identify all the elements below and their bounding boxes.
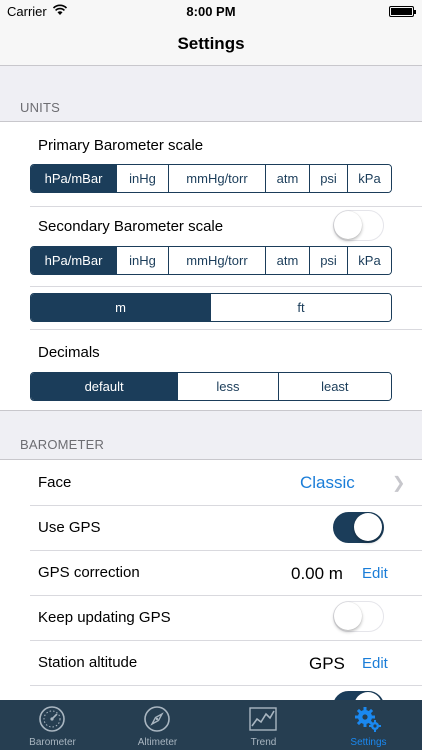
primary-scale-option-hpa[interactable]: hPa/mBar <box>31 165 117 192</box>
primary-scale-option-mmhg[interactable]: mmHg/torr <box>169 165 266 192</box>
secondary-scale-segmented-control: hPa/mBar inHg mmHg/torr atm psi kPa <box>30 246 392 275</box>
trend-chart-icon <box>249 707 277 731</box>
separator <box>30 550 422 551</box>
barometer-group: Face Classic ❯ Use GPS GPS correction 0.… <box>0 459 422 722</box>
gps-correction-label: GPS correction <box>38 564 140 581</box>
tab-label: Barometer <box>29 737 76 748</box>
separator <box>30 286 422 287</box>
primary-scale-option-inhg[interactable]: inHg <box>117 165 169 192</box>
secondary-scale-switch[interactable] <box>333 210 384 241</box>
tab-label: Altimeter <box>137 737 178 748</box>
secondary-scale-option-hpa[interactable]: hPa/mBar <box>31 247 117 274</box>
use-gps-label: Use GPS <box>38 519 101 536</box>
face-label: Face <box>38 474 72 491</box>
switch-knob <box>334 602 362 630</box>
separator <box>30 329 422 330</box>
page-title: Settings <box>177 34 245 53</box>
switch-knob <box>334 211 362 239</box>
switch-knob <box>354 513 382 541</box>
tab-settings[interactable]: Settings <box>316 700 421 750</box>
navigation-bar: Settings <box>0 22 422 66</box>
gear-icon <box>355 707 381 732</box>
face-value: Classic <box>300 473 355 492</box>
chevron-right-icon: ❯ <box>392 475 406 492</box>
decimals-label: Decimals <box>38 344 100 361</box>
decimals-option-less[interactable]: less <box>178 373 279 400</box>
decimals-option-least[interactable]: least <box>278 373 391 400</box>
separator <box>30 505 422 506</box>
tab-trend[interactable]: Trend <box>211 700 316 750</box>
keep-updating-gps-switch[interactable] <box>333 601 384 632</box>
section-header-barometer: BAROMETER <box>20 437 105 452</box>
separator <box>30 206 422 207</box>
secondary-scale-label: Secondary Barometer scale <box>38 218 224 235</box>
tab-label: Trend <box>250 737 277 748</box>
status-bar: Carrier 8:00 PM <box>0 0 422 22</box>
gps-correction-edit-button[interactable]: Edit <box>362 565 388 582</box>
decimals-segmented-control: default less least <box>30 372 392 401</box>
primary-scale-segmented-control: hPa/mBar inHg mmHg/torr atm psi kPa <box>30 164 392 193</box>
primary-scale-label: Primary Barometer scale <box>38 137 204 154</box>
secondary-scale-option-mmhg[interactable]: mmHg/torr <box>169 247 266 274</box>
separator <box>30 640 422 641</box>
altitude-unit-segmented-control: m ft <box>30 293 392 322</box>
primary-scale-option-atm[interactable]: atm <box>266 165 310 192</box>
gps-correction-value: 0.00 m <box>291 564 343 583</box>
primary-scale-option-kpa[interactable]: kPa <box>348 165 391 192</box>
tab-altimeter[interactable]: Altimeter <box>105 700 210 750</box>
tab-bar: Barometer Altimeter Trend Settings <box>0 700 422 750</box>
use-gps-switch[interactable] <box>333 512 384 543</box>
compass-icon <box>144 706 170 732</box>
battery-icon <box>389 6 416 17</box>
secondary-scale-option-inhg[interactable]: inHg <box>117 247 169 274</box>
section-header-units: UNITS <box>20 100 60 115</box>
status-time: 8:00 PM <box>186 4 236 19</box>
tab-label: Settings <box>350 737 387 748</box>
station-altitude-value: GPS <box>309 654 345 673</box>
decimals-option-default[interactable]: default <box>31 373 179 400</box>
altitude-unit-option-ft[interactable]: ft <box>211 294 391 321</box>
keep-updating-gps-label: Keep updating GPS <box>38 609 171 626</box>
secondary-scale-option-atm[interactable]: atm <box>266 247 310 274</box>
primary-scale-option-psi[interactable]: psi <box>310 165 348 192</box>
gauge-icon <box>39 706 65 732</box>
face-row[interactable]: Face Classic ❯ <box>0 460 422 505</box>
units-group: Primary Barometer scale hPa/mBar inHg mm… <box>0 121 422 411</box>
secondary-scale-option-psi[interactable]: psi <box>310 247 348 274</box>
station-altitude-edit-button[interactable]: Edit <box>362 655 388 672</box>
station-altitude-label: Station altitude <box>38 654 138 671</box>
tab-barometer[interactable]: Barometer <box>0 700 105 750</box>
secondary-scale-option-kpa[interactable]: kPa <box>348 247 391 274</box>
separator <box>30 685 422 686</box>
altitude-unit-option-m[interactable]: m <box>31 294 211 321</box>
separator <box>30 595 422 596</box>
